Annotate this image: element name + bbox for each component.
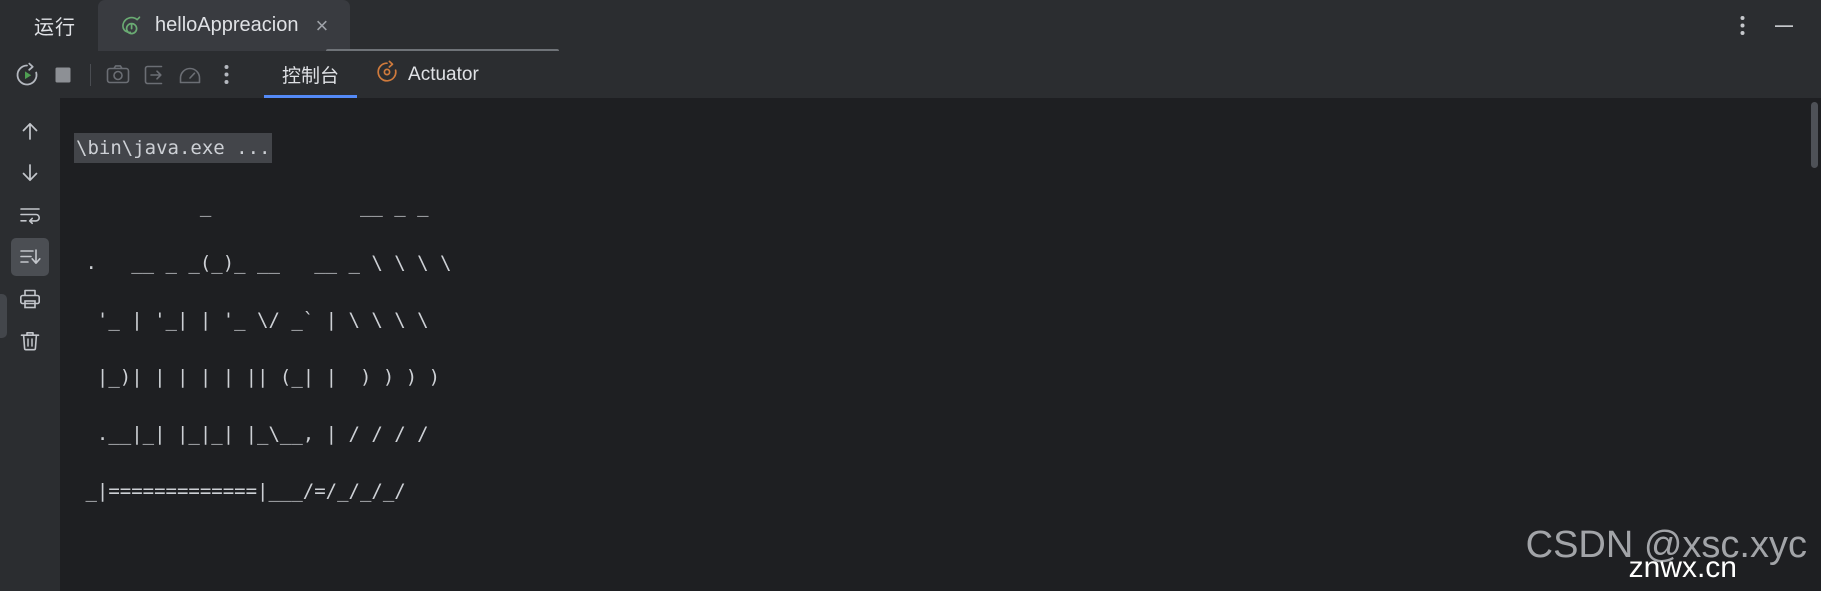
tool-window-drag-handle[interactable] (0, 294, 7, 338)
banner-line-1: . __ _ _(_)_ __ __ _ \ \ \ \ (74, 251, 452, 274)
banner-line-4: .__|_| |_|_| |_\__, | / / / / (74, 422, 429, 445)
spring-boot-icon (118, 13, 144, 39)
trash-icon[interactable] (11, 322, 49, 360)
banner-line-5: _|=============|___/=/_/_/_/ (74, 479, 406, 502)
scroll-down-icon[interactable] (11, 154, 49, 192)
console-scrollbar[interactable] (1809, 98, 1821, 591)
run-configuration-tab[interactable]: helloAppreacion × (98, 0, 351, 51)
command-line-text: \bin\java.exe ... (74, 132, 273, 163)
more-options-icon[interactable] (1723, 7, 1761, 45)
window-title-bar: 运行 helloAppreacion × (0, 0, 1821, 51)
toolbar-separator (90, 63, 91, 86)
profiler-gauge-icon[interactable] (172, 57, 208, 93)
console-scrollbar-thumb[interactable] (1811, 102, 1818, 168)
console-side-toolbar (0, 98, 61, 591)
console-output-panel[interactable]: \bin\java.exe ... _ __ _ _ . __ _ _(_)_ … (60, 98, 1821, 591)
tab-actuator[interactable]: Actuator (357, 51, 497, 98)
console-tab-strip: 控制台 Actuator (264, 51, 497, 98)
scroll-up-icon[interactable] (11, 112, 49, 150)
tab-console[interactable]: 控制台 (264, 51, 358, 98)
actuator-icon (375, 60, 399, 90)
console-text: \bin\java.exe ... _ __ _ _ . __ _ _(_)_ … (60, 98, 1821, 591)
console-toolbar: 控制台 Actuator (0, 51, 1821, 99)
window-controls (1723, 0, 1821, 51)
console-command-line: \bin\java.exe ... (74, 132, 1821, 163)
minimize-icon[interactable] (1765, 7, 1803, 45)
run-tool-window-label: 运行 (34, 17, 76, 39)
stop-icon[interactable] (45, 57, 81, 93)
tab-actuator-label: Actuator (408, 63, 479, 85)
tab-console-label: 控制台 (282, 66, 340, 87)
toolbar-kebab-icon[interactable] (208, 57, 244, 93)
banner-line-2: '_ | '_| | '_ \/ _` | \ \ \ \ (74, 308, 429, 331)
run-tab-title: helloAppreacion (155, 14, 299, 36)
dump-threads-icon[interactable] (136, 57, 172, 93)
camera-icon[interactable] (100, 57, 136, 93)
close-icon[interactable]: × (309, 14, 334, 37)
banner-line-0: _ __ _ _ (74, 194, 429, 217)
soft-wrap-icon[interactable] (11, 196, 49, 234)
banner-line-3: |_)| | | | | || (_| | ) ) ) ) (74, 365, 441, 388)
rerun-icon[interactable] (9, 57, 45, 93)
print-icon[interactable] (11, 280, 49, 318)
run-tab-strip: helloAppreacion × (98, 0, 351, 51)
run-tool-window: 运行 helloAppreacion × 控制台 Actuator \bin\j… (0, 0, 1821, 591)
scroll-to-end-icon[interactable] (11, 238, 49, 276)
